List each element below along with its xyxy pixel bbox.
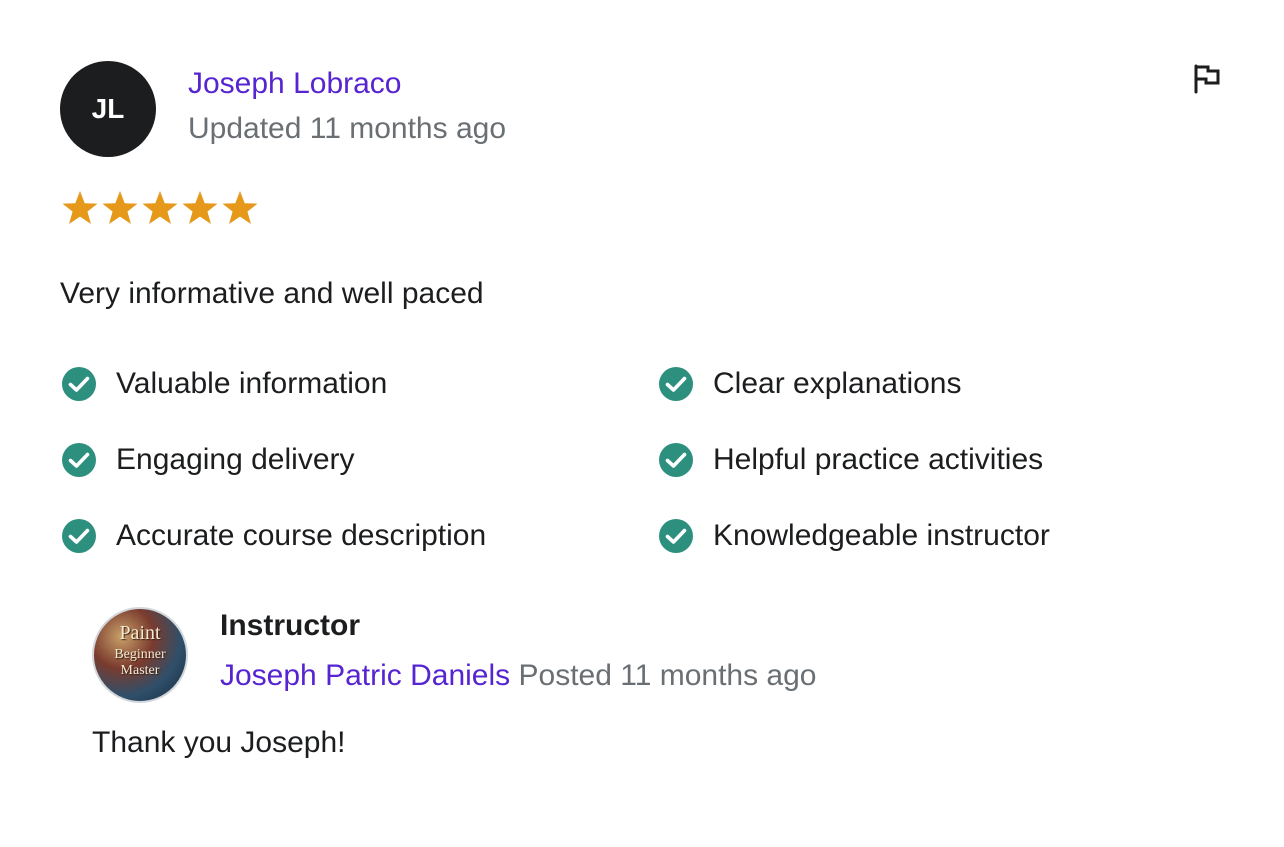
review-comment: Very informative and well paced — [60, 277, 484, 310]
reviewer-avatar: JL — [60, 61, 156, 157]
instructor-avatar: Paint Beginner Master — [92, 607, 188, 703]
instructor-avatar-text-1: Paint — [119, 622, 161, 644]
instructor-reply: Thank you Joseph! — [92, 726, 346, 759]
review-tag-label: Helpful practice activities — [713, 443, 1044, 476]
star-icon — [62, 191, 98, 224]
review-tags: Valuable information Clear explanations En… — [60, 366, 1210, 554]
instructor-heading: Instructor — [220, 609, 361, 642]
review-tag: Accurate course description — [60, 518, 657, 554]
review-updated-time: Updated 11 months ago — [188, 112, 507, 145]
star-icon — [182, 191, 218, 224]
review-tag: Knowledgeable instructor — [657, 518, 1210, 554]
star-icon — [102, 191, 138, 224]
star-icon — [142, 191, 178, 224]
instructor-avatar-text-2: Beginner Master — [114, 647, 166, 678]
check-circle-icon — [659, 367, 693, 401]
review-tag-label: Accurate course description — [116, 519, 487, 552]
flag-icon — [1194, 64, 1220, 94]
review-tag-label: Clear explanations — [713, 367, 962, 400]
instructor-posted-time: Posted 11 months ago — [518, 659, 817, 692]
review-card: JL Joseph Lobraco Updated 11 months ago … — [0, 0, 1284, 847]
check-circle-icon — [62, 367, 96, 401]
review-tag: Valuable information — [60, 366, 657, 402]
instructor-meta: Joseph Patric Daniels Posted 11 months a… — [220, 658, 816, 694]
check-circle-icon — [659, 519, 693, 553]
check-circle-icon — [62, 443, 96, 477]
star-rating — [60, 188, 260, 230]
review-tag: Helpful practice activities — [657, 442, 1210, 478]
review-tag: Engaging delivery — [60, 442, 657, 478]
reviewer-name-link[interactable]: Joseph Lobraco — [188, 66, 402, 102]
review-tag-label: Engaging delivery — [116, 443, 355, 476]
review-tag-label: Valuable information — [116, 367, 388, 400]
check-circle-icon — [62, 519, 96, 553]
report-flag-button[interactable] — [1190, 60, 1224, 96]
review-tag: Clear explanations — [657, 366, 1210, 402]
star-icon — [222, 191, 258, 224]
reviewer-initials: JL — [91, 93, 125, 124]
check-circle-icon — [659, 443, 693, 477]
review-tag-label: Knowledgeable instructor — [713, 519, 1050, 552]
instructor-name-link[interactable]: Joseph Patric Daniels — [220, 659, 510, 692]
